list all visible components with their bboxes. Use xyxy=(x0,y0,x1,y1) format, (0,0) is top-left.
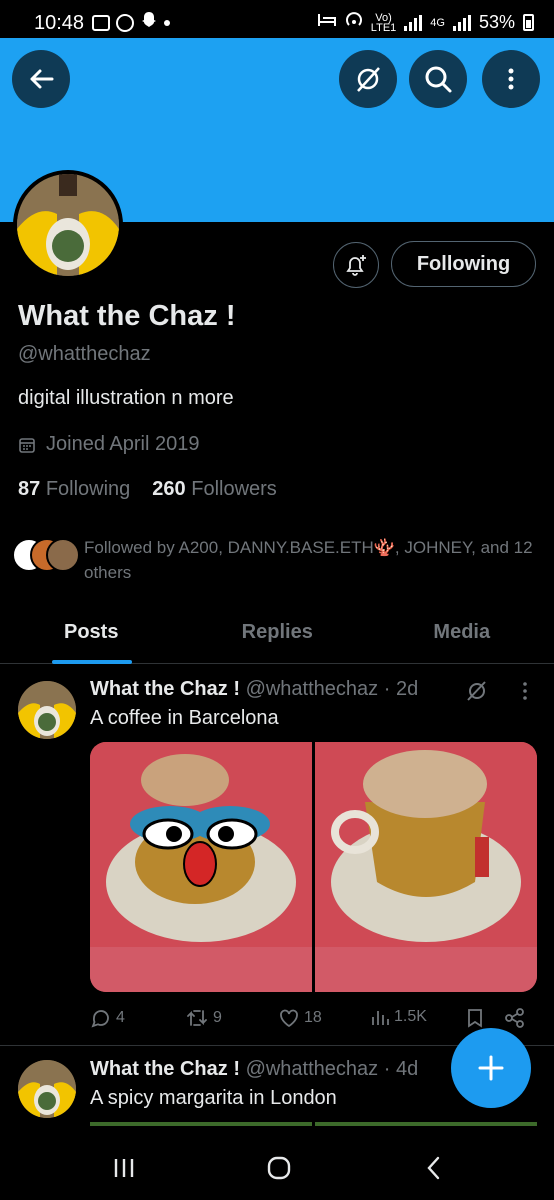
share-button[interactable] xyxy=(504,1007,526,1029)
grok-icon xyxy=(467,681,486,701)
grok-icon xyxy=(357,67,380,92)
calendar-icon xyxy=(19,437,35,453)
bookmark-button[interactable] xyxy=(466,1007,484,1029)
post-header: What the Chaz ! @whatthechaz · 4d xyxy=(90,1058,418,1081)
post-header: What the Chaz ! @whatthechaz · 2d xyxy=(90,678,418,701)
home-icon xyxy=(267,1156,291,1180)
whatsapp-notification-icon xyxy=(116,14,134,32)
post-more-button[interactable] xyxy=(516,680,534,707)
home-button[interactable] xyxy=(259,1148,299,1188)
post-author-name[interactable]: What the Chaz ! xyxy=(90,678,240,700)
tab-media[interactable]: Media xyxy=(370,608,554,663)
post-avatar[interactable] xyxy=(18,1060,76,1118)
post-time: · 4d xyxy=(383,1058,419,1080)
post-image-2[interactable] xyxy=(315,742,537,992)
hotspot-icon xyxy=(345,11,363,34)
followed-by-row[interactable]: Followed by A200, DANNY.BASE.ETH🪸, JOHNE… xyxy=(12,535,542,585)
plus-icon xyxy=(478,1055,504,1081)
chevron-left-icon xyxy=(427,1156,440,1180)
follow-counts: 87 Following 260 Followers xyxy=(18,478,277,501)
post-avatar[interactable] xyxy=(18,681,76,739)
post-actions: 4 9 18 1.5K xyxy=(90,1007,530,1033)
post-text: A spicy margarita in London xyxy=(90,1087,337,1109)
followed-by-text: Followed by A200, DANNY.BASE.ETH🪸, JOHNE… xyxy=(84,538,533,582)
following-button[interactable]: Following xyxy=(391,241,536,287)
post-text: A coffee in Barcelona xyxy=(90,707,279,729)
repost-button[interactable]: 9 xyxy=(185,1007,222,1029)
views-button[interactable]: 1.5K xyxy=(370,1007,427,1027)
mutual-avatars xyxy=(12,535,84,575)
repost-icon xyxy=(187,1010,207,1026)
arrow-left-icon xyxy=(30,69,54,89)
reply-button[interactable]: 4 xyxy=(90,1007,125,1029)
recent-apps-button[interactable] xyxy=(104,1148,144,1188)
views-chart-icon xyxy=(372,1011,389,1025)
status-bar: 10:48 Vo) LTE1 4G 53% xyxy=(0,0,554,38)
views-count: 1.5K xyxy=(394,1008,427,1025)
profile-tabs: Posts Replies Media xyxy=(0,608,554,664)
search-icon xyxy=(425,66,452,93)
following-count-link[interactable]: 87 Following xyxy=(18,478,130,501)
notifications-bell-button[interactable] xyxy=(333,242,379,288)
more-vertical-icon xyxy=(508,68,514,90)
more-options-button[interactable] xyxy=(482,50,540,108)
reply-icon xyxy=(91,1010,109,1028)
post-time: · 2d xyxy=(383,678,419,700)
recent-apps-icon xyxy=(114,1159,134,1177)
compose-post-button[interactable] xyxy=(451,1028,531,1108)
signal-icon-1 xyxy=(404,14,423,31)
profile-display-name: What the Chaz ! xyxy=(18,300,236,332)
more-notifications-dot xyxy=(164,20,170,26)
android-nav-bar xyxy=(0,1126,554,1200)
heart-icon xyxy=(280,1009,298,1028)
bell-plus-icon xyxy=(346,255,366,276)
profile-avatar[interactable] xyxy=(13,170,123,280)
snapchat-notification-icon xyxy=(140,11,158,35)
joined-date: Joined April 2019 xyxy=(18,433,199,456)
grok-button[interactable] xyxy=(339,50,397,108)
share-icon xyxy=(505,1008,524,1028)
gallery-notification-icon xyxy=(92,15,110,31)
followers-count-link[interactable]: 260 Followers xyxy=(152,478,277,501)
post-author-name[interactable]: What the Chaz ! xyxy=(90,1058,240,1080)
post-grok-button[interactable] xyxy=(465,679,489,708)
post-author-handle: @whatthechaz xyxy=(245,678,379,700)
search-button[interactable] xyxy=(409,50,467,108)
like-count: 18 xyxy=(304,1009,322,1026)
joined-text: Joined April 2019 xyxy=(46,433,200,455)
tab-posts[interactable]: Posts xyxy=(0,608,185,664)
post-image-1[interactable] xyxy=(90,742,312,992)
reply-count: 4 xyxy=(116,1009,125,1026)
like-button[interactable]: 18 xyxy=(278,1007,322,1029)
battery-percent: 53% xyxy=(478,12,515,32)
profile-handle: @whatthechaz xyxy=(18,343,151,365)
back-button[interactable] xyxy=(12,50,70,108)
tab-replies[interactable]: Replies xyxy=(185,608,370,663)
more-vertical-icon xyxy=(523,682,527,700)
nav-back-button[interactable] xyxy=(414,1148,454,1188)
profile-bio: digital illustration n more xyxy=(18,387,234,409)
volte-indicator: Vo) LTE1 xyxy=(370,11,397,34)
post-author-handle: @whatthechaz xyxy=(245,1058,379,1080)
repost-count: 9 xyxy=(213,1009,222,1026)
alarm-icon xyxy=(317,12,337,33)
status-time: 10:48 xyxy=(34,12,85,34)
network-type: 4G xyxy=(430,16,445,29)
battery-icon xyxy=(523,14,534,31)
mutual-avatar-3 xyxy=(46,538,80,572)
signal-icon-2 xyxy=(452,14,471,31)
bookmark-icon xyxy=(468,1009,482,1028)
